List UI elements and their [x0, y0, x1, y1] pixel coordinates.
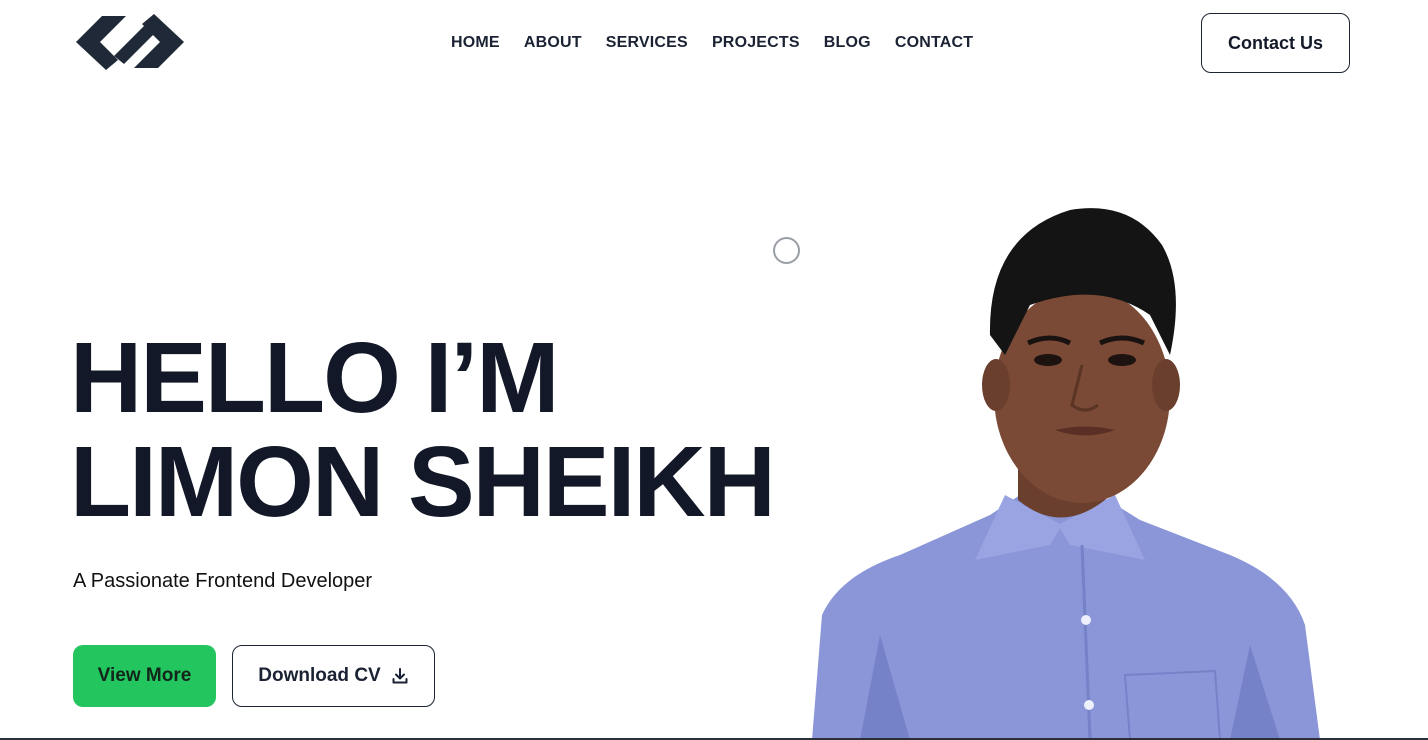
- page: HOME ABOUT SERVICES PROJECTS BLOG CONTAC…: [0, 0, 1428, 740]
- chain-link-logo-icon[interactable]: [74, 12, 186, 72]
- view-more-button[interactable]: View More: [73, 645, 216, 707]
- download-cv-button[interactable]: Download CV: [232, 645, 435, 707]
- download-icon: [392, 668, 408, 684]
- hero-title-line2: LIMON SHEIKH: [70, 426, 776, 538]
- main-nav: HOME ABOUT SERVICES PROJECTS BLOG CONTAC…: [451, 34, 973, 52]
- contact-us-button[interactable]: Contact Us: [1201, 13, 1350, 73]
- hero-title: HELLO I’M LIMON SHEIKH: [70, 322, 776, 538]
- cursor-ring-icon: [773, 237, 800, 264]
- nav-home[interactable]: HOME: [451, 34, 500, 52]
- download-cv-label: Download CV: [258, 665, 381, 686]
- nav-projects[interactable]: PROJECTS: [712, 34, 800, 52]
- nav-services[interactable]: SERVICES: [606, 34, 688, 52]
- nav-contact[interactable]: CONTACT: [895, 34, 973, 52]
- hero-title-line1: HELLO I’M: [70, 322, 560, 434]
- hero-subtitle: A Passionate Frontend Developer: [73, 570, 373, 592]
- nav-about[interactable]: ABOUT: [524, 34, 582, 52]
- profile-portrait: [812, 208, 1320, 740]
- nav-blog[interactable]: BLOG: [824, 34, 871, 52]
